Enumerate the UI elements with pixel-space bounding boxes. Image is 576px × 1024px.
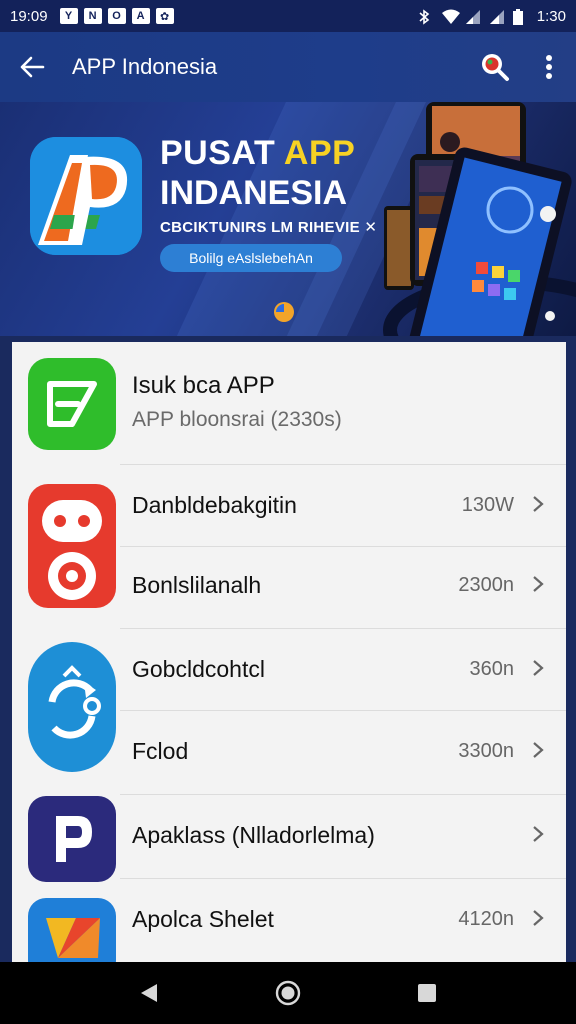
list-item-size: 360n (469, 658, 515, 680)
list-header-subtitle: APP bloonsrai (2330s) (132, 408, 342, 431)
back-button[interactable] (0, 32, 64, 102)
chevron-right-icon (533, 496, 544, 512)
banner-title-line2: INDANESIA (160, 174, 348, 212)
home-circle-icon (275, 980, 301, 1006)
chevron-right-icon (533, 910, 544, 926)
list-item-size: 4120n (458, 908, 514, 930)
chevron-right-icon (533, 742, 544, 758)
status-time: 19:09 (10, 7, 48, 25)
notification-icon-y: Y (59, 8, 78, 24)
bluetooth-icon (417, 9, 433, 25)
decorative-dot-icon (274, 302, 294, 322)
nav-back-button[interactable] (119, 968, 179, 1018)
banner-title-part1: PUSAT (160, 134, 284, 172)
list-item[interactable]: Danbldebakgitin 130W (12, 464, 566, 546)
list-header[interactable]: Isuk bca APP APP bloonsrai (2330s) (12, 342, 566, 466)
app-list-card: Isuk bca APP APP bloonsrai (2330s) Danbl… (12, 342, 566, 962)
recents-square-icon (417, 984, 436, 1002)
app-indonesia-logo (30, 137, 142, 255)
list-item[interactable]: Fclod 3300n (12, 710, 566, 792)
list-item-name: Apaklass (Nlladorlelma) (132, 822, 375, 848)
list-item-size: 2300n (458, 574, 514, 596)
list-item-name: Gobcldcohtcl (132, 656, 265, 682)
list-item[interactable]: Bonlslilanalh 2300n (12, 546, 566, 628)
list-item-size: 3300n (458, 740, 514, 762)
phones-illustration (380, 102, 576, 336)
banner-title-line1: PUSAT APP (160, 134, 355, 173)
system-nav-bar (0, 962, 576, 1024)
back-triangle-icon (141, 984, 158, 1002)
signal-icon-2 (489, 9, 505, 24)
list-item-name: Danbldebakgitin (132, 492, 297, 518)
list-item-name: Bonlslilanalh (132, 572, 262, 598)
nav-recents-button[interactable] (397, 968, 457, 1018)
list-item[interactable]: Gobcldcohtcl 360n (12, 628, 566, 710)
chevron-right-icon (533, 660, 544, 676)
colorful-app-icon (28, 898, 116, 962)
banner-subtitle: CBCIKTUNIRS LM RIHEVIE ✕ (160, 219, 378, 236)
promo-banner[interactable]: PUSAT APP INDANESIA CBCIKTUNIRS LM RIHEV… (0, 102, 576, 336)
arrow-left-icon (20, 56, 45, 78)
list-item[interactable]: Apaklass (Nlladorlelma) (12, 794, 566, 882)
list-item-name: Fclod (132, 738, 189, 764)
list-header-title: Isuk bca APP (132, 372, 275, 399)
notification-icon-flower: ✿ (155, 8, 174, 24)
notification-icon-a: A (131, 8, 150, 24)
search-icon (482, 54, 509, 81)
page-title: APP Indonesia (72, 54, 218, 79)
wifi-icon (441, 9, 460, 24)
list-item-size: 130W (461, 494, 514, 516)
notification-icon-n: N (83, 8, 102, 24)
list-item[interactable]: Apolca Shelet 4120n (12, 878, 566, 962)
green-app-icon (28, 358, 116, 450)
chevron-right-icon (533, 826, 544, 842)
more-options-button[interactable] (522, 32, 576, 102)
notification-icon-o: O (107, 8, 126, 24)
battery-icon (512, 9, 529, 25)
banner-title-highlight: APP (283, 134, 356, 172)
more-vertical-icon (546, 55, 552, 79)
signal-icon-1 (465, 9, 481, 24)
search-button[interactable] (468, 32, 522, 102)
chevron-right-icon (533, 576, 544, 592)
status-clock: 1:30 (536, 7, 566, 25)
purple-p-app-icon (28, 796, 116, 882)
list-item-name: Apolca Shelet (132, 906, 274, 932)
status-bar: 19:09 Y N O A ✿ 1:30 (0, 0, 576, 32)
nav-home-button[interactable] (258, 968, 318, 1018)
banner-cta-button[interactable]: Bolilg eAslslebehAn (160, 244, 342, 272)
app-bar: APP Indonesia (0, 32, 576, 102)
